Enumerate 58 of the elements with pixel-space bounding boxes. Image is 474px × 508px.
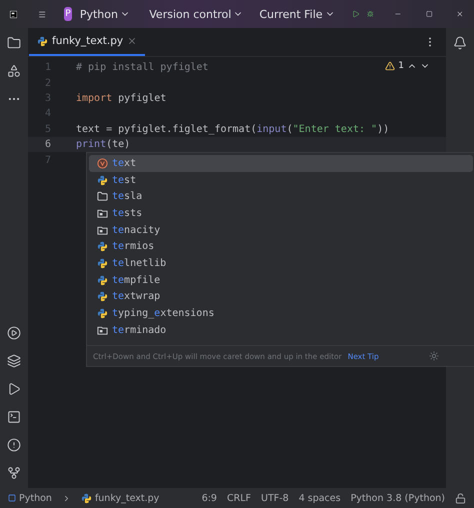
- package-icon: [97, 224, 108, 236]
- completion-item[interactable]: textwrap: [89, 288, 473, 306]
- problems-icon[interactable]: [7, 438, 21, 452]
- project-dropdown[interactable]: Python: [80, 8, 130, 20]
- code-line: text = pyfiglet.figlet_format(input("Enter text: ")): [75, 124, 390, 135]
- layers-icon[interactable]: [7, 354, 21, 368]
- notifications-icon[interactable]: [453, 36, 467, 50]
- code-line: import pyfiglet: [75, 92, 166, 104]
- line-separator[interactable]: CRLF: [226, 492, 251, 504]
- folder-icon[interactable]: [7, 36, 21, 50]
- python-icon: [97, 174, 108, 186]
- python-icon: [97, 241, 108, 252]
- shapes-icon[interactable]: [7, 64, 21, 78]
- completion-item[interactable]: tests: [89, 205, 473, 222]
- python-icon: [97, 291, 108, 302]
- terminal-icon[interactable]: [7, 410, 21, 424]
- file-encoding[interactable]: UTF-8: [260, 492, 289, 504]
- completion-item[interactable]: typing_extensions: [89, 305, 473, 322]
- maximize-icon[interactable]: [426, 8, 433, 20]
- completion-item[interactable]: tesla: [89, 188, 473, 206]
- caret-position[interactable]: 6:9: [202, 492, 217, 504]
- python-icon: [37, 36, 48, 46]
- folder-icon: [97, 191, 108, 202]
- indent-setting[interactable]: 4 spaces: [298, 492, 341, 504]
- debug-icon[interactable]: [367, 8, 374, 20]
- package-icon: [97, 324, 108, 336]
- warning-count[interactable]: 1: [398, 61, 404, 71]
- unlock-icon[interactable]: [455, 492, 466, 504]
- python-icon: [97, 258, 108, 269]
- code-line: # pip install pyfiglet: [75, 62, 208, 74]
- completion-item[interactable]: text: [89, 155, 473, 172]
- vcs-dropdown[interactable]: Version control: [149, 8, 244, 20]
- completion-item[interactable]: test: [89, 172, 473, 188]
- close-tab-icon[interactable]: [127, 36, 138, 46]
- breadcrumb-file[interactable]: funky_text.py: [94, 492, 160, 504]
- settings-icon[interactable]: [429, 351, 439, 361]
- python-icon: [97, 308, 108, 320]
- code-line: print(te): [75, 139, 130, 150]
- completion-item[interactable]: terminado: [89, 322, 473, 339]
- git-icon[interactable]: [7, 466, 21, 480]
- services-icon[interactable]: [7, 382, 21, 396]
- python-icon: [80, 492, 92, 504]
- python-icon: [97, 274, 108, 286]
- python-console-icon[interactable]: [7, 326, 21, 340]
- interpreter[interactable]: Python 3.8 (Python): [350, 492, 445, 504]
- file-tab[interactable]: funky_text.py: [29, 28, 146, 56]
- completion-item[interactable]: termios: [89, 238, 473, 256]
- package-icon: [97, 208, 108, 219]
- breadcrumb-project[interactable]: Python: [19, 492, 52, 504]
- run-config-dropdown[interactable]: Current File: [259, 8, 335, 20]
- project-badge: P: [64, 7, 72, 21]
- completion-item[interactable]: tempfile: [89, 272, 473, 288]
- line-number: 6: [44, 139, 52, 150]
- completion-item[interactable]: tenacity: [89, 222, 473, 238]
- module-icon: [8, 494, 16, 502]
- warning-icon[interactable]: [385, 61, 396, 71]
- completion-item[interactable]: telnetlib: [89, 255, 473, 272]
- variable-icon: [97, 158, 108, 169]
